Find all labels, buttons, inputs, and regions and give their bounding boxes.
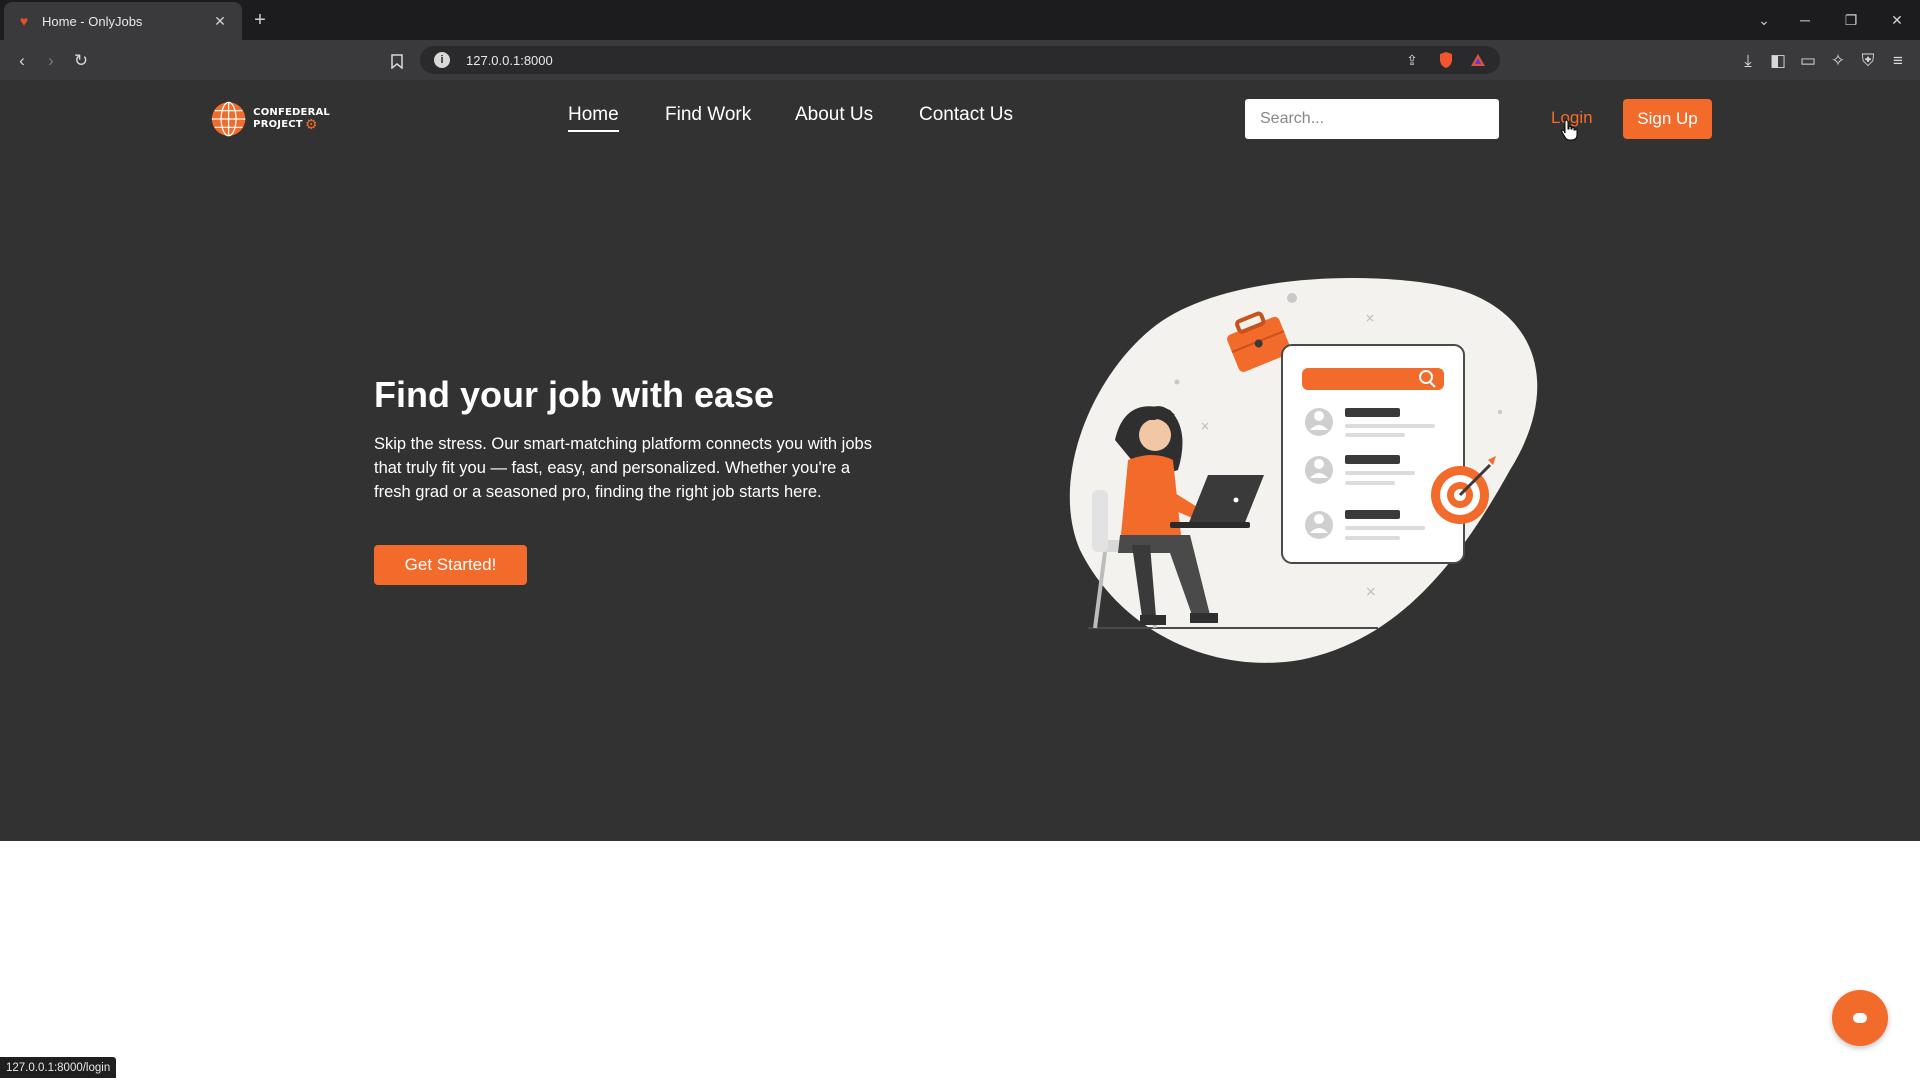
logo-line1: CONFEDERAL [253, 107, 330, 118]
nav-home[interactable]: Home [568, 104, 619, 132]
url-text[interactable]: 127.0.0.1:8000 [466, 53, 553, 68]
get-started-button[interactable]: Get Started! [374, 545, 527, 585]
forward-arrow-icon[interactable]: › [38, 48, 64, 74]
share-icon[interactable]: ⇪ [1402, 50, 1422, 70]
signup-button[interactable]: Sign Up [1623, 99, 1712, 139]
onlyjobs-heart-icon: ♥ [19, 13, 29, 29]
hero-title: Find your job with ease [374, 374, 775, 415]
site-logo[interactable]: CONFEDERAL PROJECT ⚙ [210, 97, 330, 141]
chat-button[interactable] [1832, 990, 1888, 1046]
chat-bubble-icon [1853, 1013, 1867, 1023]
hand-pointer-cursor-icon [1561, 119, 1578, 141]
svg-text:×: × [1200, 419, 1210, 433]
close-window-button[interactable]: ✕ [1874, 0, 1920, 40]
logo-line2: PROJECT [253, 119, 303, 130]
job-search-illustration: × × × [1069, 278, 1538, 663]
restore-button[interactable]: ❐ [1828, 0, 1874, 40]
back-arrow-icon[interactable]: ‹ [9, 48, 35, 74]
svg-text:×: × [1365, 311, 1375, 325]
address-bar[interactable]: i 127.0.0.1:8000 ⇪ [420, 46, 1500, 74]
nav-find-work[interactable]: Find Work [665, 104, 751, 126]
hero-section [0, 80, 1920, 841]
svg-text:×: × [1365, 584, 1377, 600]
bookmark-icon[interactable] [384, 48, 410, 74]
globe-icon [211, 101, 246, 137]
sidebar-toggle-icon[interactable]: ◧ [1765, 48, 1791, 74]
new-tab-button[interactable]: + [248, 8, 272, 32]
link-status-bar: 127.0.0.1:8000/login [0, 1057, 117, 1078]
browser-tab-active[interactable]: ♥ Home - OnlyJobs ✕ [4, 2, 242, 40]
reload-icon[interactable]: ↻ [68, 48, 94, 74]
nav-about-us[interactable]: About Us [795, 104, 873, 126]
tab-close-icon[interactable]: ✕ [210, 11, 230, 31]
browser-tab-bar: ♥ Home - OnlyJobs ✕ + ⌄ ─ ❐ ✕ [0, 0, 1920, 40]
vpn-shield-icon[interactable]: ⛨ [1855, 48, 1881, 74]
leo-ai-icon[interactable]: ✧ [1825, 48, 1851, 74]
gear-icon: ⚙ [304, 117, 318, 133]
brave-rewards-icon[interactable] [1468, 50, 1488, 70]
hero-description: Skip the stress. Our smart-matching plat… [374, 435, 872, 501]
tab-title: Home - OnlyJobs [42, 13, 143, 29]
minimize-button[interactable]: ─ [1782, 0, 1828, 40]
brave-shields-icon[interactable] [1436, 50, 1456, 70]
logo-wordmark: CONFEDERAL PROJECT ⚙ [253, 107, 330, 133]
downloads-icon[interactable]: ⤓ [1735, 48, 1761, 74]
wallet-icon[interactable]: ▭ [1795, 48, 1821, 74]
tab-list-chevron-icon[interactable]: ⌄ [1741, 0, 1787, 40]
site-info-icon[interactable]: i [434, 52, 450, 68]
search-input[interactable] [1245, 99, 1499, 139]
nav-contact-us[interactable]: Contact Us [919, 104, 1013, 126]
menu-icon[interactable]: ≡ [1885, 48, 1911, 74]
